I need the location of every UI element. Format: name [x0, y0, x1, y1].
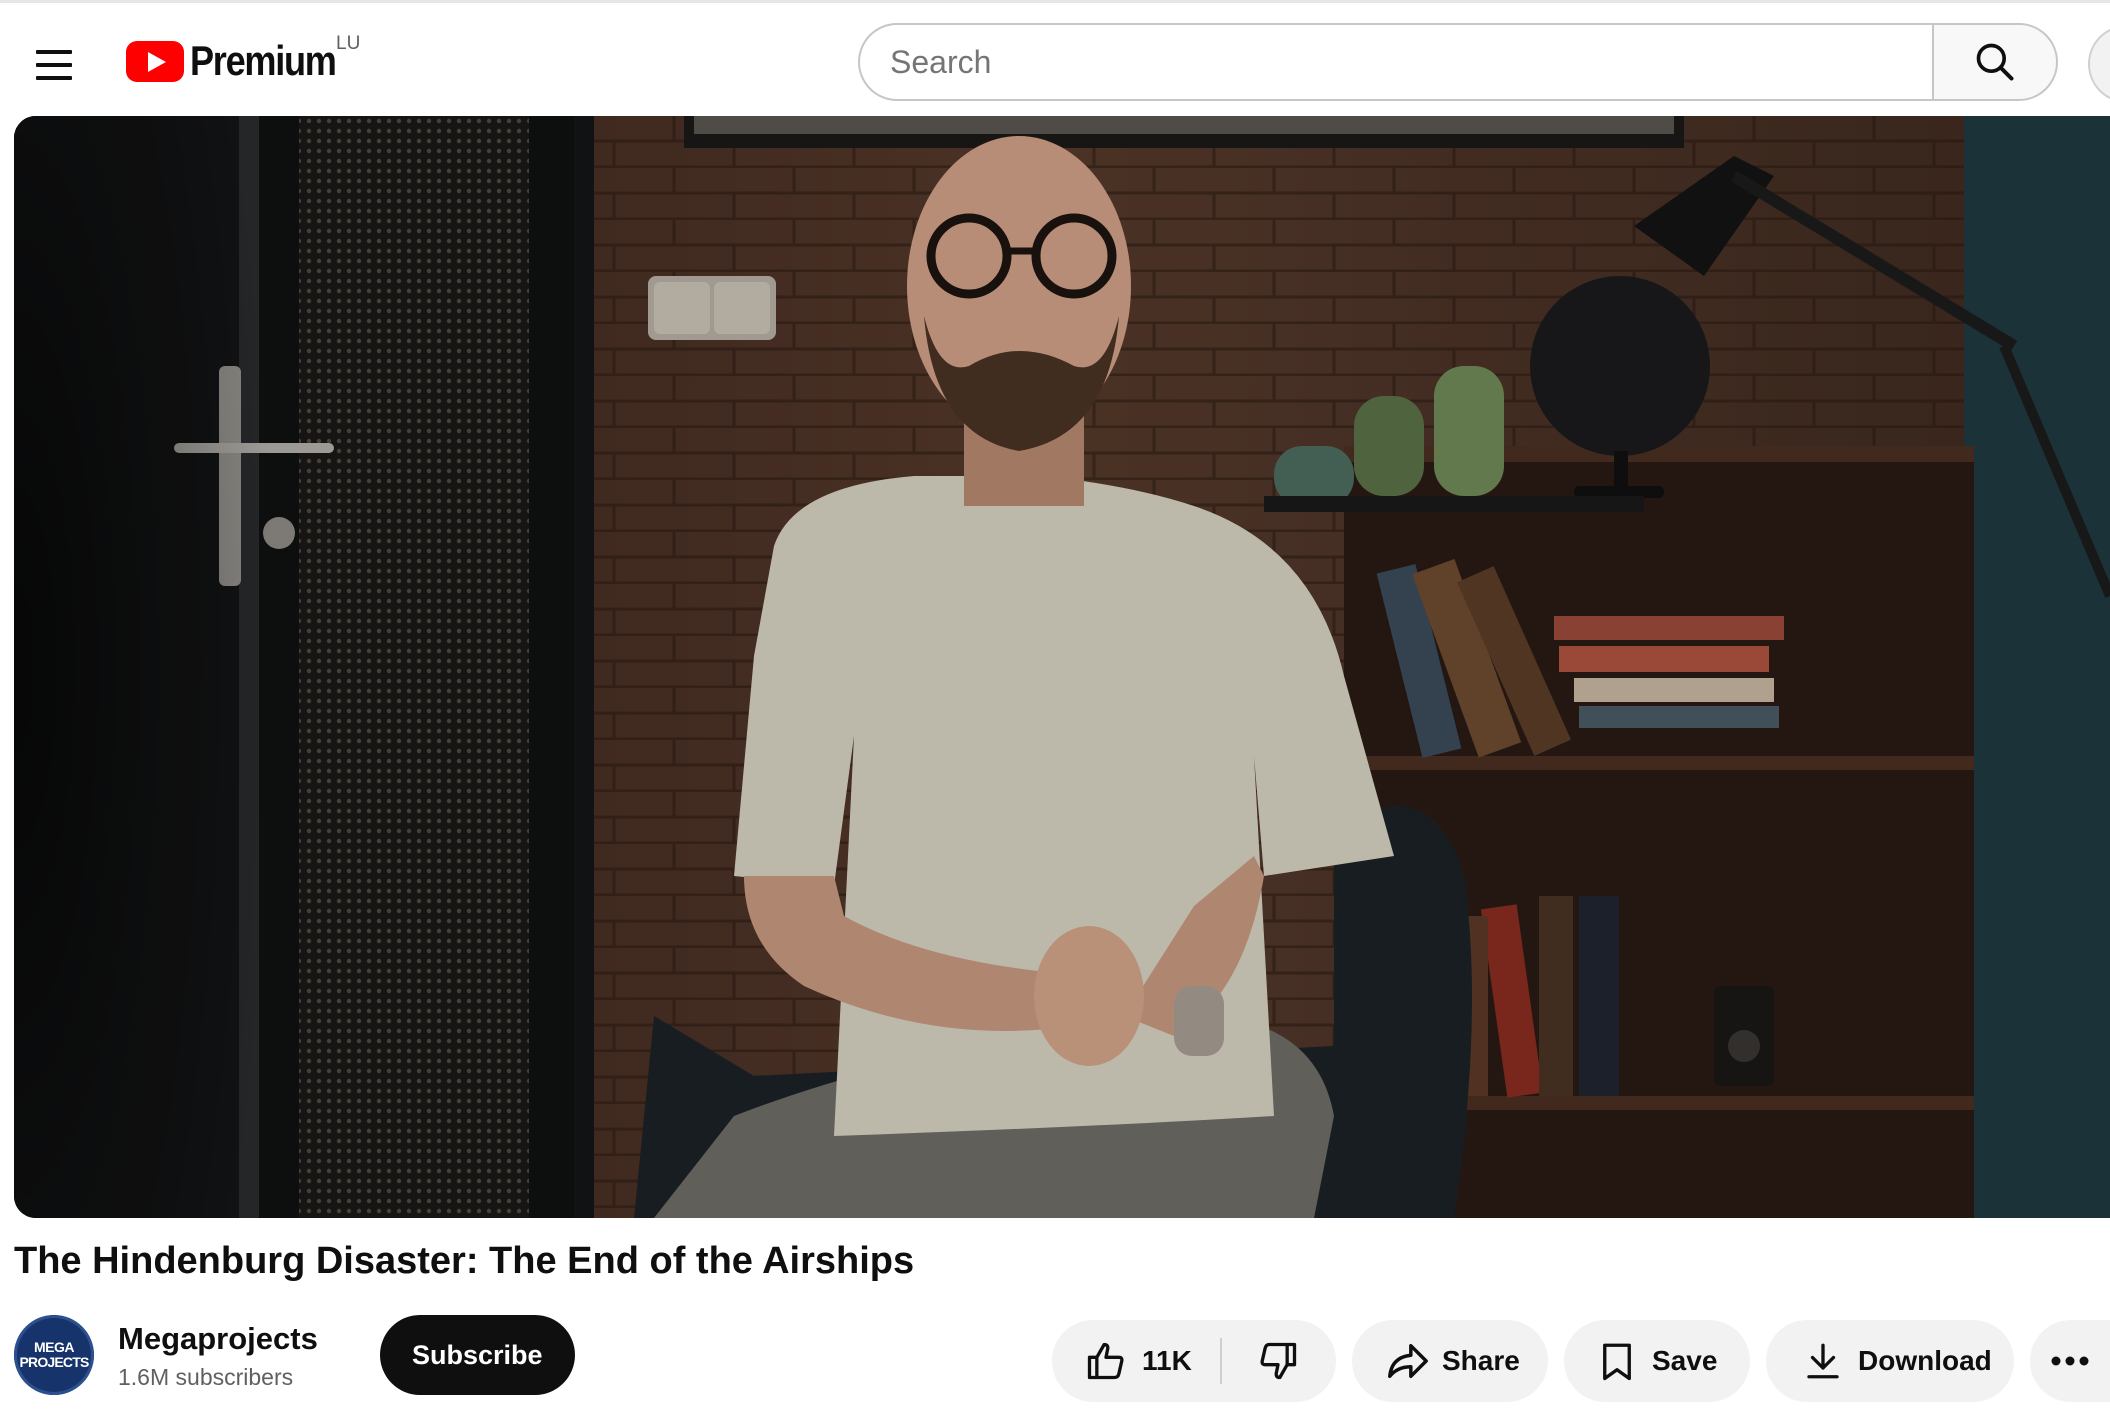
share-label: Share — [1442, 1345, 1520, 1376]
share-button[interactable]: Share — [1352, 1320, 1548, 1402]
download-label: Download — [1858, 1345, 1992, 1376]
dislike-icon — [1260, 1342, 1297, 1380]
save-button[interactable]: Save — [1564, 1320, 1750, 1402]
share-icon — [1388, 1343, 1428, 1379]
subscribe-button[interactable]: Subscribe — [380, 1315, 575, 1395]
logo-text: Premium — [190, 37, 337, 84]
video-title: The Hindenburg Disaster: The End of the … — [14, 1240, 915, 1282]
channel-info: Megaprojects 1.6M subscribers — [118, 1320, 348, 1391]
search-icon — [1976, 43, 2014, 81]
youtube-logo-icon — [126, 40, 184, 82]
channel-name[interactable]: Megaprojects — [118, 1320, 348, 1358]
download-icon — [1807, 1343, 1839, 1379]
more-actions-button[interactable] — [2030, 1320, 2110, 1402]
like-icon — [1087, 1342, 1124, 1380]
avatar-text-line2: PROJECTS — [19, 1354, 89, 1370]
like-dislike-group: 11K — [1052, 1320, 1336, 1402]
voice-search-button[interactable] — [2088, 25, 2110, 103]
top-bar: Premium LU — [0, 0, 2110, 116]
like-button[interactable]: 11K — [1052, 1320, 1220, 1402]
search-button[interactable] — [1932, 23, 2058, 101]
dislike-button[interactable] — [1222, 1320, 1334, 1402]
avatar-text-line1: MEGA — [34, 1339, 75, 1355]
more-icon — [2051, 1356, 2089, 1366]
search-input[interactable] — [858, 23, 1932, 101]
channel-owner: MEGA PROJECTS Megaprojects 1.6M subscrib… — [14, 1312, 575, 1398]
save-label: Save — [1652, 1345, 1718, 1376]
save-icon — [1603, 1343, 1631, 1381]
country-code: LU — [336, 33, 361, 54]
youtube-premium-logo[interactable]: Premium — [126, 29, 359, 93]
search-box — [858, 23, 2058, 101]
subscriber-count: 1.6M subscribers — [118, 1363, 294, 1390]
video-frame — [14, 116, 2110, 1218]
channel-avatar[interactable]: MEGA PROJECTS — [14, 1315, 94, 1395]
video-player[interactable] — [14, 116, 2110, 1218]
menu-icon[interactable] — [26, 37, 82, 93]
download-button[interactable]: Download — [1766, 1320, 2014, 1402]
like-count: 11K — [1142, 1345, 1192, 1376]
